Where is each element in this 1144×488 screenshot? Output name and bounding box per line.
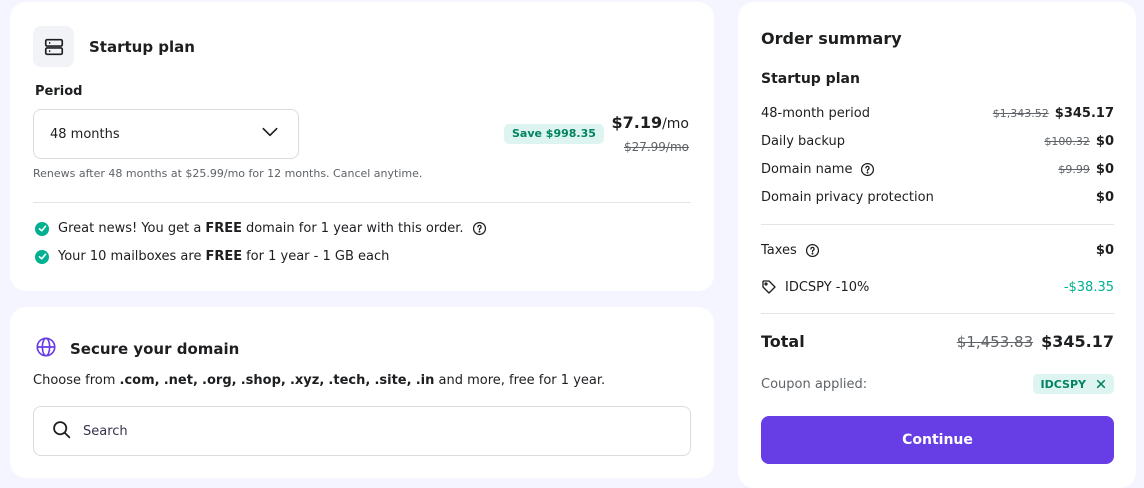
coupon-label: Coupon applied: (761, 376, 868, 392)
summary-plan: Startup plan (761, 71, 860, 87)
perk-free-domain: Great news! You get a FREE domain for 1 … (35, 221, 487, 236)
price-old: $27.99/mo (623, 140, 689, 154)
divider (33, 202, 691, 203)
check-icon (35, 221, 49, 236)
perk-free: FREE (205, 221, 242, 236)
check-icon (35, 249, 49, 264)
period-label: Period (35, 84, 83, 99)
globe-icon (35, 336, 57, 362)
continue-button[interactable]: Continue (761, 416, 1114, 464)
summary-total: Total $1,453.83 $345.17 (761, 332, 1114, 351)
line-label: Domain privacy protection (761, 190, 934, 205)
plan-title: Startup plan (89, 37, 195, 56)
summary-line-taxes: Taxes $0 (761, 243, 1114, 258)
perk-text: Your 10 mailboxes are (58, 249, 202, 264)
divider (761, 313, 1114, 314)
tld: .site, (374, 373, 412, 388)
tld: .org, (202, 373, 237, 388)
tld: .tech, (328, 373, 371, 388)
perk-text: for 1 year - 1 GB each (246, 249, 390, 264)
summary-line-discount: IDCSPY -10% -$38.35 (761, 279, 1114, 295)
perk-text: domain for 1 year with this order. (245, 221, 464, 236)
price-current: $7.19/mo (611, 113, 689, 132)
line-label: Domain name (761, 162, 853, 177)
line-old-price: $100.32 (1044, 135, 1090, 148)
server-icon (33, 26, 74, 67)
domain-search-input[interactable] (83, 423, 643, 439)
taxes-label: Taxes (761, 243, 797, 258)
discount-value: -$38.35 (1063, 279, 1114, 295)
summary-title: Order summary (761, 29, 902, 48)
domain-search-box[interactable] (33, 406, 691, 456)
period-dropdown[interactable]: 48 months (33, 109, 299, 159)
line-value: $0 (1095, 190, 1114, 205)
price-amount: $7.19 (611, 113, 663, 132)
line-label: Daily backup (761, 134, 846, 149)
perk-free-mailboxes: Your 10 mailboxes are FREE for 1 year - … (35, 249, 389, 264)
summary-line-domain: Domain name $9.99 $0 (761, 162, 1114, 177)
close-icon[interactable] (1096, 379, 1106, 389)
perk-text: Great news! You get a (58, 221, 202, 236)
perk-free: FREE (205, 249, 243, 264)
period-value: 48 months (50, 126, 120, 142)
tld: .shop, (240, 373, 286, 388)
total-value: $345.17 (1041, 332, 1114, 351)
divider (761, 224, 1114, 225)
line-old-price: $9.99 (1058, 163, 1090, 176)
domain-description: Choose from .com, .net, .org, .shop, .xy… (33, 373, 605, 388)
summary-line-period: 48-month period $1,343.52 $345.17 (761, 106, 1114, 121)
summary-line-backup: Daily backup $100.32 $0 (761, 134, 1114, 149)
search-icon (51, 419, 72, 444)
taxes-value: $0 (1095, 243, 1114, 258)
tld: .com, (119, 373, 160, 388)
total-old: $1,453.83 (956, 332, 1034, 351)
line-value: $0 (1095, 162, 1114, 177)
help-icon[interactable] (860, 162, 875, 177)
domain-desc-prefix: Choose from (33, 373, 116, 388)
line-value: $345.17 (1054, 106, 1114, 121)
coupon-code: IDCSPY (1040, 377, 1086, 391)
tld: .net, (163, 373, 198, 388)
plan-header: Startup plan (33, 26, 195, 67)
chevron-down-icon (260, 122, 280, 146)
help-icon[interactable] (472, 221, 487, 236)
help-icon[interactable] (805, 243, 820, 258)
order-summary-card: Order summary Startup plan 48-month peri… (738, 2, 1136, 488)
tag-icon (761, 279, 777, 295)
coupon-chip: IDCSPY (1032, 374, 1114, 394)
plan-card: Startup plan Period 48 months Save $998.… (10, 2, 714, 291)
domain-title: Secure your domain (70, 340, 240, 358)
line-value: $0 (1095, 134, 1114, 149)
domain-header: Secure your domain (35, 336, 239, 362)
domain-card: Secure your domain Choose from .com, .ne… (10, 307, 714, 478)
price-unit: /mo (662, 116, 689, 132)
discount-label: IDCSPY -10% (785, 279, 870, 295)
total-label: Total (761, 332, 805, 351)
renew-note: Renews after 48 months at $25.99/mo for … (33, 167, 423, 180)
line-old-price: $1,343.52 (992, 107, 1049, 120)
tld: .in (415, 373, 435, 388)
domain-desc-suffix: and more, free for 1 year. (438, 373, 606, 388)
coupon-row: Coupon applied: IDCSPY (761, 374, 1114, 394)
tld: .xyz, (289, 373, 325, 388)
save-badge: Save $998.35 (504, 124, 604, 144)
line-label: 48-month period (761, 106, 870, 121)
summary-line-privacy: Domain privacy protection $0 (761, 190, 1114, 205)
